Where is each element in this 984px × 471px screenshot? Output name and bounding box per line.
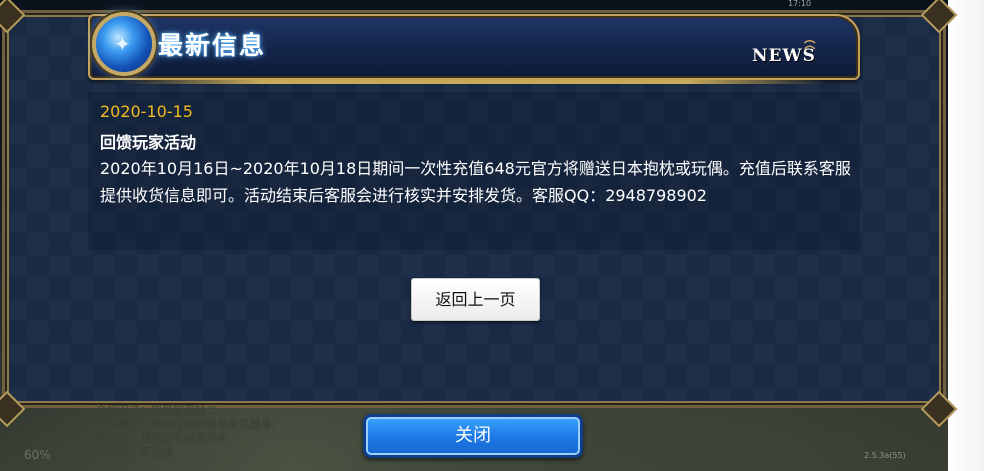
status-time: 17:10 bbox=[788, 0, 812, 8]
loading-percent: 60% bbox=[24, 448, 51, 462]
glowing-blue-orb-icon: ✦ bbox=[92, 12, 156, 76]
article-body: 2020年10月16日~2020年10月18日期间一次性充值648元官方将赠送日… bbox=[100, 159, 851, 205]
dialog-title: 最新信息 bbox=[158, 31, 267, 60]
close-button[interactable]: 关闭 bbox=[363, 414, 583, 458]
close-button-label: 关闭 bbox=[455, 425, 491, 446]
version-label: 2.5.3a(55) bbox=[864, 451, 906, 460]
chat-line: 南瓜酱：我的等我被洗完呢 bbox=[96, 432, 228, 445]
chat-line: 南瓜酱：啊还成 bbox=[96, 446, 173, 459]
back-button[interactable]: 返回上一页 bbox=[411, 278, 540, 321]
news-badge: NEWS bbox=[752, 46, 816, 66]
chat-log: 余翎羽子：四星家面缺二， 九曲神乐：地属性的好像是南瓜糖果。 南瓜酱：我的等我被… bbox=[96, 404, 283, 460]
article-title: 回馈玩家活动 bbox=[100, 133, 197, 152]
article-date: 2020-10-15 bbox=[100, 102, 193, 121]
screen-edge-strip bbox=[948, 0, 984, 471]
chat-line: 九曲神乐：地属性的好像是南瓜糖果。 bbox=[96, 418, 283, 431]
chat-line: 余翎羽子：四星家面缺二， bbox=[96, 404, 228, 417]
